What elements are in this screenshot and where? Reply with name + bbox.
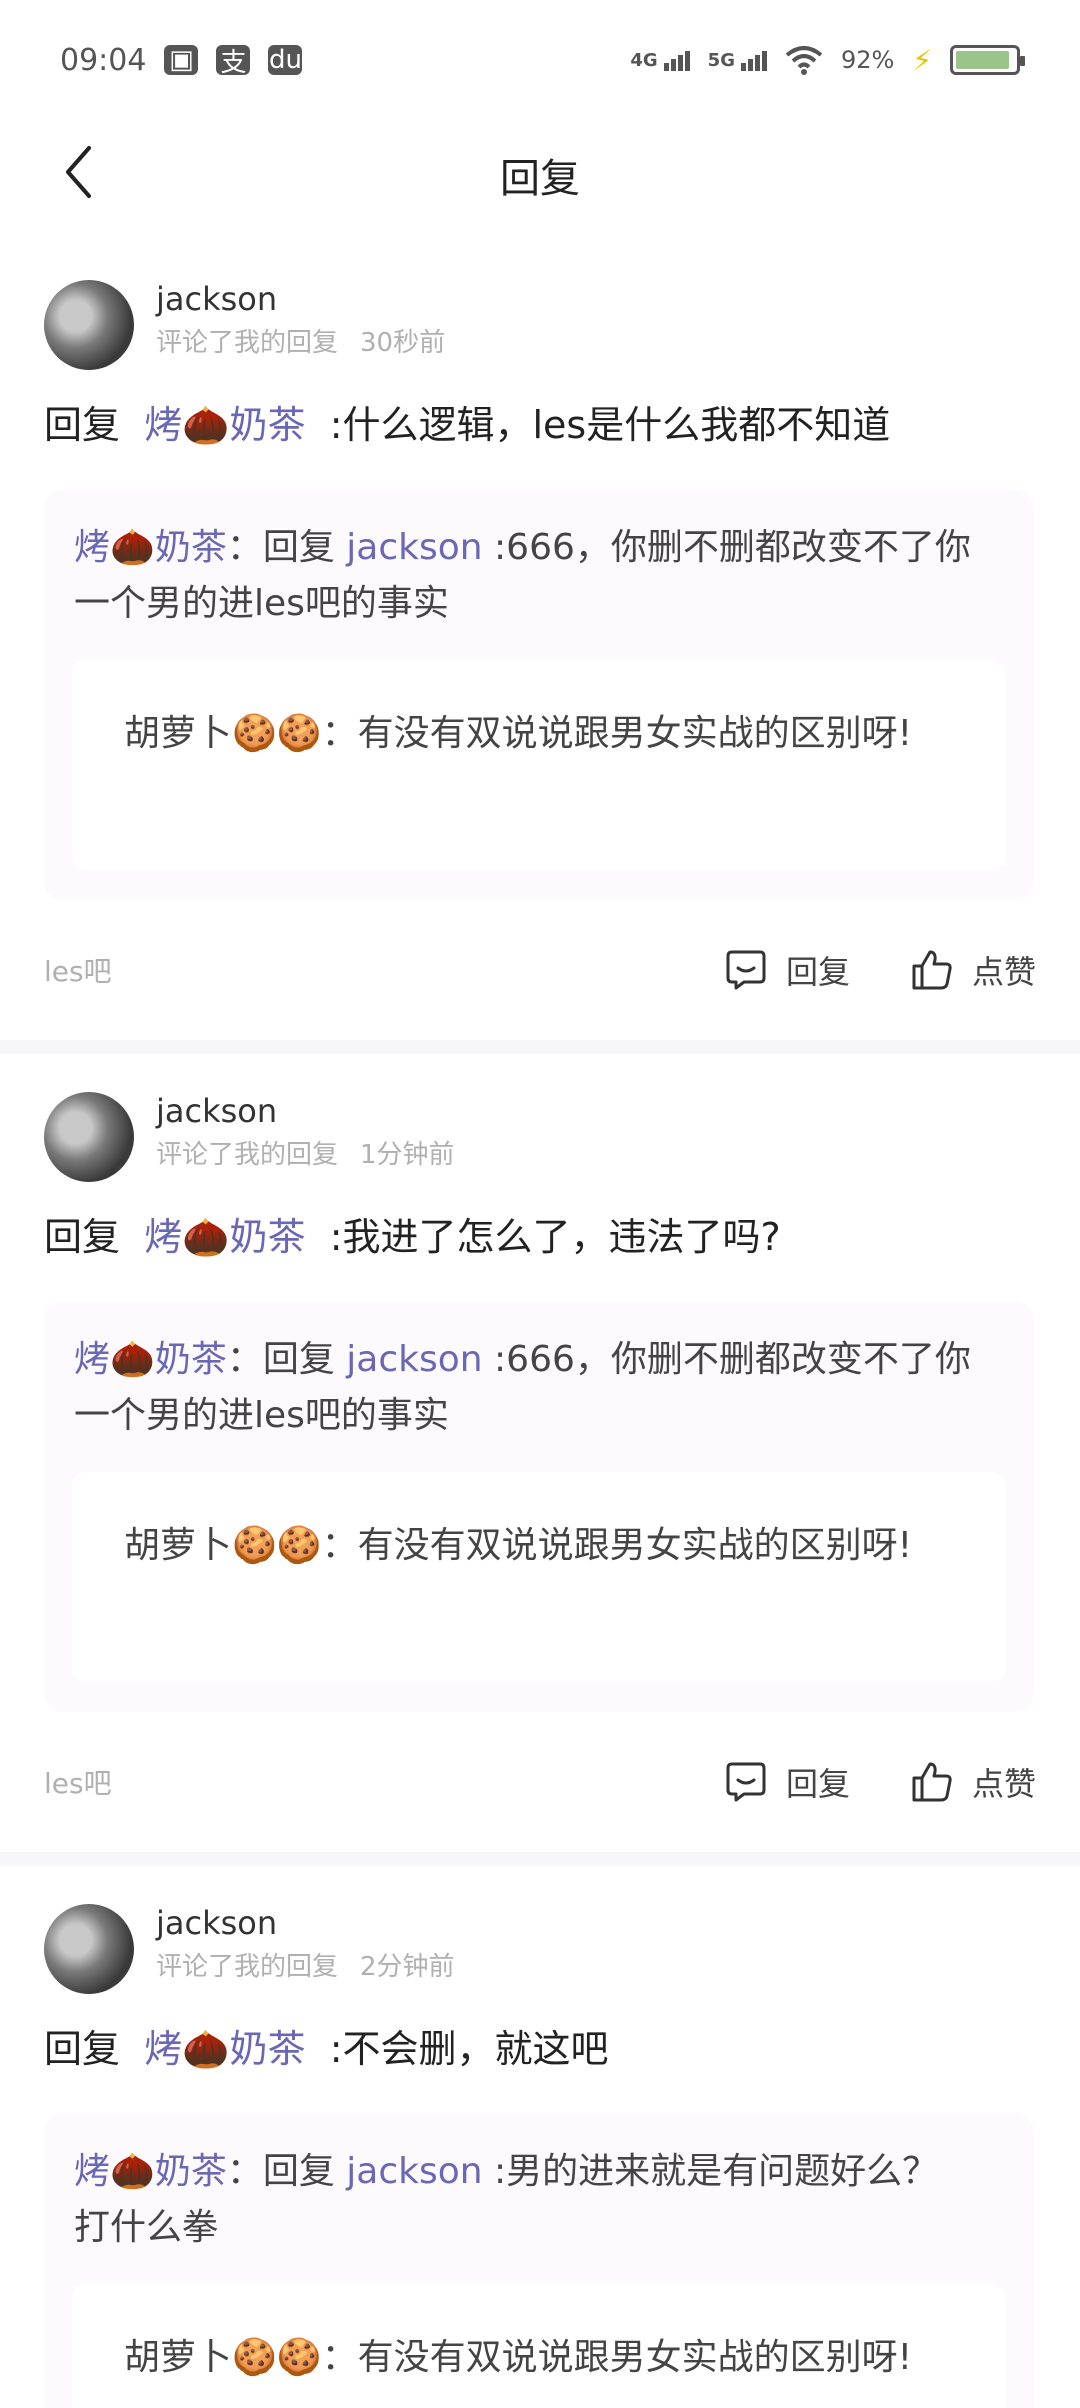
comment-card[interactable]: jackson 评论了我的回复 30秒前 回复 烤🌰奶茶 :什么逻辑，les是什么…: [0, 250, 1080, 1040]
reply-button[interactable]: 回复: [724, 947, 850, 993]
thumbs-up-icon: [912, 950, 952, 990]
username[interactable]: jackson: [156, 280, 277, 318]
original-comment-text: 胡萝卜🍪🍪：有没有双说说跟男女实战的区别呀!: [124, 2337, 913, 2378]
original-comment[interactable]: 胡萝卜🍪🍪：有没有双说说跟男女实战的区别呀!: [72, 660, 1006, 870]
mention-link[interactable]: 烤🌰奶茶: [74, 2151, 227, 2192]
comment-text[interactable]: 回复 烤🌰奶茶 :不会删，就这吧: [44, 2022, 1036, 2076]
comment-card[interactable]: jackson 评论了我的回复 1分钟前 回复 烤🌰奶茶 :我进了怎么了，违法了吗…: [0, 1062, 1080, 1852]
original-comment[interactable]: 胡萝卜🍪🍪：有没有双说说跟男女实战的区别呀!: [72, 1472, 1006, 1682]
status-time: 09:04: [60, 42, 147, 78]
source-forum[interactable]: les吧: [44, 950, 112, 990]
comment-icon: [726, 950, 766, 990]
comment-meta: 评论了我的回复 1分钟前: [156, 1140, 455, 1170]
battery-text: 92%: [840, 46, 895, 74]
mention-link[interactable]: jackson: [346, 2151, 482, 2192]
signal-4g-icon: 4G: [630, 50, 690, 71]
quoted-reply-text: 烤🌰奶茶：回复 jackson :男的进来就是有问题好么？打什么拳: [74, 2151, 939, 2248]
status-right: 4G 5G 92% ⚡: [630, 43, 1025, 77]
header: 回复: [0, 120, 1080, 230]
mention-link[interactable]: jackson: [346, 1339, 482, 1380]
comment-text[interactable]: 回复 烤🌰奶茶 :什么逻辑，les是什么我都不知道: [44, 398, 1036, 452]
bilibili-icon: ▣: [164, 45, 199, 75]
quoted-reply-text: 烤🌰奶茶：回复 jackson :666，你删不删都改变不了你一个男的进les吧…: [74, 527, 971, 624]
mention-link[interactable]: 烤🌰奶茶: [74, 527, 227, 568]
comment-meta: 评论了我的回复 30秒前: [156, 328, 446, 358]
quoted-reply[interactable]: 烤🌰奶茶：回复 jackson :666，你删不删都改变不了你一个男的进les吧…: [44, 1302, 1034, 1712]
quoted-reply[interactable]: 烤🌰奶茶：回复 jackson :男的进来就是有问题好么？打什么拳 胡萝卜🍪🍪：…: [44, 2114, 1034, 2408]
battery-icon: [950, 45, 1025, 75]
username[interactable]: jackson: [156, 1904, 277, 1942]
mention-link[interactable]: 烤🌰奶茶: [144, 2027, 305, 2071]
signal-5g-icon: 5G: [708, 50, 767, 71]
original-comment[interactable]: 胡萝卜🍪🍪：有没有双说说跟男女实战的区别呀!: [72, 2284, 1006, 2408]
back-button[interactable]: [48, 142, 108, 202]
comment-footer: les吧 回复 点赞: [44, 940, 1036, 1000]
thumbs-up-icon: [912, 1762, 952, 1802]
source-forum[interactable]: les吧: [44, 1762, 112, 1802]
original-comment-text: 胡萝卜🍪🍪：有没有双说说跟男女实战的区别呀!: [124, 713, 913, 754]
alipay-icon: 支: [216, 45, 251, 78]
page-title: 回复: [500, 156, 580, 202]
quoted-reply-text: 烤🌰奶茶：回复 jackson :666，你删不删都改变不了你一个男的进les吧…: [74, 1339, 971, 1436]
avatar[interactable]: [44, 1904, 134, 1994]
status-bar: 09:04 ▣ 支 du 4G 5G 92% ⚡: [0, 0, 1080, 120]
username[interactable]: jackson: [156, 1092, 277, 1130]
chevron-left-icon: [66, 146, 91, 198]
comment-icon: [726, 1762, 766, 1802]
status-left: 09:04 ▣ 支 du: [60, 42, 303, 78]
mention-link[interactable]: jackson: [346, 527, 482, 568]
comment-meta: 评论了我的回复 2分钟前: [156, 1952, 455, 1982]
mention-link[interactable]: 烤🌰奶茶: [74, 1339, 227, 1380]
divider: [0, 1040, 1080, 1054]
comment-card[interactable]: jackson 评论了我的回复 2分钟前 回复 烤🌰奶茶 :不会删，就这吧 烤🌰奶…: [0, 1874, 1080, 2408]
original-comment-text: 胡萝卜🍪🍪：有没有双说说跟男女实战的区别呀!: [124, 1525, 913, 1566]
wifi-icon: [785, 46, 823, 75]
mention-link[interactable]: 烤🌰奶茶: [144, 1215, 305, 1259]
avatar[interactable]: [44, 1092, 134, 1182]
comment-text[interactable]: 回复 烤🌰奶茶 :我进了怎么了，违法了吗?: [44, 1210, 1036, 1264]
avatar[interactable]: [44, 280, 134, 370]
dewu-icon: du: [268, 45, 303, 75]
quoted-reply[interactable]: 烤🌰奶茶：回复 jackson :666，你删不删都改变不了你一个男的进les吧…: [44, 490, 1034, 900]
like-button[interactable]: 点赞: [910, 947, 1036, 993]
like-button[interactable]: 点赞: [910, 1759, 1036, 1805]
reply-button[interactable]: 回复: [724, 1759, 850, 1805]
mention-link[interactable]: 烤🌰奶茶: [144, 403, 305, 447]
comment-footer: les吧 回复 点赞: [44, 1752, 1036, 1812]
charging-icon: ⚡: [912, 43, 932, 77]
divider: [0, 1852, 1080, 1866]
